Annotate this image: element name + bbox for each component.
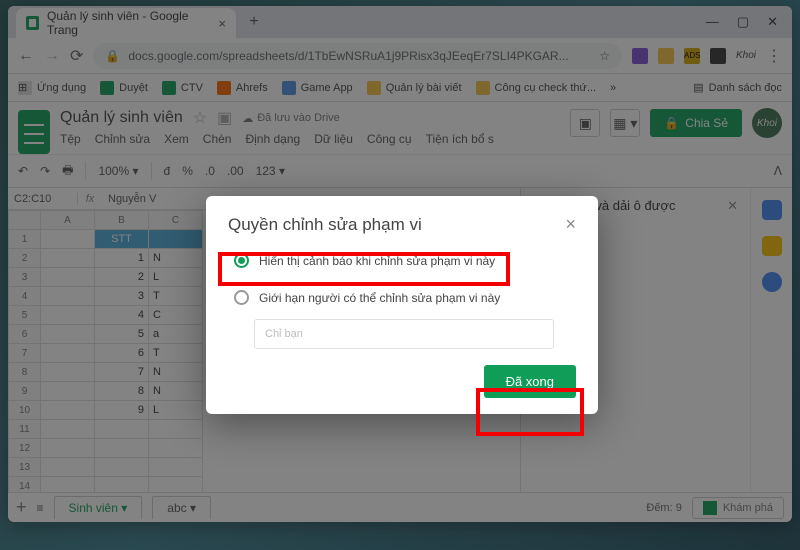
radio-icon xyxy=(234,290,249,305)
dialog-title: Quyền chỉnh sửa phạm vi xyxy=(228,215,422,235)
done-button[interactable]: Đã xong xyxy=(484,365,576,398)
option-label: Hiển thị cảnh báo khi chỉnh sửa phạm vi … xyxy=(259,254,495,268)
restrict-select: Chỉ bạn xyxy=(254,319,554,349)
radio-selected-icon xyxy=(234,253,249,268)
option-show-warning[interactable]: Hiển thị cảnh báo khi chỉnh sửa phạm vi … xyxy=(228,249,576,272)
range-permissions-dialog: Quyền chỉnh sửa phạm vi × Hiển thị cảnh … xyxy=(206,196,598,414)
option-label: Giới hạn người có thể chỉnh sửa phạm vi … xyxy=(259,291,500,305)
option-restrict[interactable]: Giới hạn người có thể chỉnh sửa phạm vi … xyxy=(228,286,576,309)
close-icon[interactable]: × xyxy=(565,214,576,235)
